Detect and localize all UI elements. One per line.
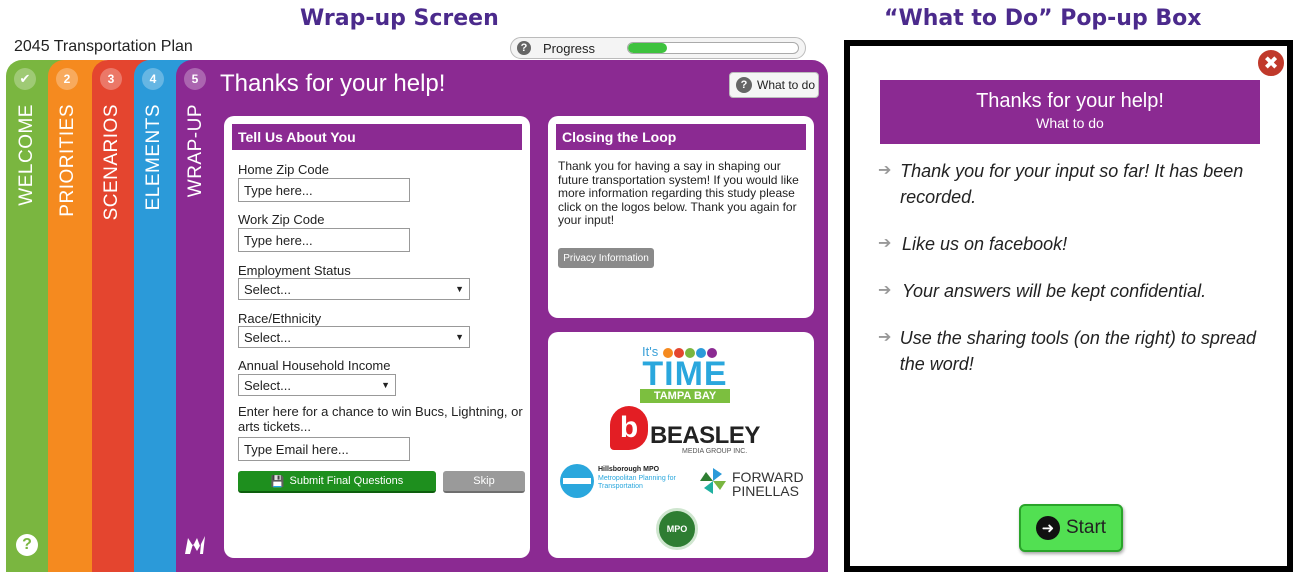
- brand-logo-icon: [182, 532, 208, 558]
- submit-label: Submit Final Questions: [289, 475, 404, 487]
- what-to-do-button[interactable]: ? What to do: [729, 72, 819, 98]
- start-button[interactable]: ➜ Start: [1019, 504, 1123, 552]
- progress-bar: ? Progress: [510, 37, 806, 59]
- list-item: ➔ Thank you for your input so far! It ha…: [878, 158, 1274, 210]
- race-ethnicity-select[interactable]: Select... ▼: [238, 326, 470, 348]
- logo-text: TIME: [642, 355, 728, 393]
- app-title: 2045 Transportation Plan: [14, 38, 193, 55]
- tab-wrap-up[interactable]: 5 WRAP-UP Thanks for your help! ? What t…: [176, 60, 828, 572]
- beasley-media-logo[interactable]: b BEASLEY MEDIA GROUP INC.: [610, 406, 760, 456]
- help-icon[interactable]: ?: [16, 534, 38, 556]
- progress-fill: [628, 43, 668, 53]
- tab-number: 2: [56, 68, 78, 90]
- closing-loop-card: Closing the Loop Thank you for having a …: [548, 116, 814, 318]
- list-item: ➔ Like us on facebook!: [878, 231, 1274, 257]
- employment-status-select[interactable]: Select... ▼: [238, 278, 470, 300]
- what-to-do-label: What to do: [757, 78, 816, 92]
- list-item: ➔ Your answers will be kept confidential…: [878, 278, 1274, 304]
- closing-text: Thank you for having a say in shaping ou…: [558, 159, 799, 227]
- its-time-tampa-bay-logo[interactable]: It's TIME TAMPA BAY: [640, 344, 730, 403]
- card-heading: Closing the Loop: [556, 124, 806, 150]
- arrow-right-icon: ➔: [878, 282, 892, 299]
- tab-number: 4: [142, 68, 164, 90]
- popup-caption: “What to Do” Pop-up Box: [884, 6, 1202, 31]
- logo-text: b: [610, 406, 648, 450]
- privacy-information-button[interactable]: Privacy Information: [558, 248, 654, 268]
- popup-title: Thanks for your help!: [976, 90, 1164, 112]
- select-value: Select...: [244, 329, 291, 345]
- logo-text: MPO: [666, 524, 688, 534]
- forward-pinellas-logo[interactable]: FORWARD PINELLAS: [698, 466, 808, 500]
- household-income-select[interactable]: Select... ▼: [238, 374, 396, 396]
- tab-number: 5: [184, 68, 206, 90]
- logo-text: Hillsborough MPO: [598, 466, 660, 473]
- skip-button[interactable]: Skip: [443, 471, 525, 493]
- race-ethnicity-label: Race/Ethnicity: [238, 311, 322, 326]
- popup-header: Thanks for your help! What to do: [880, 80, 1260, 144]
- list-item: ➔ Use the sharing tools (on the right) t…: [878, 325, 1274, 377]
- tab-label: WELCOME: [16, 104, 37, 206]
- arrow-right-icon: ➔: [878, 329, 892, 346]
- skip-label: Skip: [473, 475, 495, 487]
- work-zip-input[interactable]: [238, 228, 410, 252]
- caret-down-icon: ▼: [381, 380, 390, 390]
- partner-logos-card: It's TIME TAMPA BAY b BEASLEY MEDIA GROU…: [548, 332, 814, 558]
- arrow-right-circle-icon: ➜: [1035, 516, 1060, 540]
- start-label: Start: [1065, 517, 1107, 538]
- hillsborough-mpo-logo[interactable]: Hillsborough MPO Metropolitan Planning f…: [560, 464, 690, 500]
- select-value: Select...: [244, 281, 291, 297]
- card-heading: Tell Us About You: [232, 124, 522, 150]
- list-item-text: Thank you for your input so far! It has …: [900, 161, 1244, 207]
- progress-track: [627, 42, 799, 54]
- email-input[interactable]: [238, 437, 410, 461]
- tab-label: ELEMENTS: [143, 104, 164, 211]
- home-zip-label: Home Zip Code: [238, 162, 330, 177]
- contest-text: Enter here for a chance to win Bucs, Lig…: [238, 404, 523, 434]
- caret-down-icon: ▼: [455, 332, 464, 342]
- employment-status-label: Employment Status: [238, 263, 351, 278]
- progress-label: Progress: [543, 40, 596, 56]
- select-value: Select...: [244, 377, 291, 393]
- close-icon[interactable]: ✖: [1256, 48, 1286, 78]
- mpo-emblem-icon: [560, 464, 594, 498]
- list-item-text: Use the sharing tools (on the right) to …: [899, 328, 1256, 374]
- caret-down-icon: ▼: [455, 284, 464, 294]
- tab-label: SCENARIOS: [101, 104, 122, 221]
- tab-number: 3: [100, 68, 122, 90]
- tab-label: WRAP-UP: [185, 104, 206, 198]
- logo-text: BEASLEY: [650, 422, 760, 449]
- what-to-do-popup: Thanks for your help! What to do ➔ Thank…: [844, 40, 1293, 572]
- submit-final-questions-button[interactable]: 💾 Submit Final Questions: [238, 471, 436, 493]
- list-item-text: Your answers will be kept confidential.: [902, 281, 1207, 301]
- household-income-label: Annual Household Income: [238, 358, 391, 373]
- wrap-up-screen-caption: Wrap-up Screen: [300, 6, 499, 31]
- tab-label: PRIORITIES: [57, 104, 78, 217]
- logo-text: MEDIA GROUP INC.: [682, 448, 748, 455]
- logo-text: FORWARD PINELLAS: [732, 469, 804, 499]
- popup-body: Thanks for your help! What to do ➔ Thank…: [850, 46, 1287, 566]
- pinwheel-icon: [700, 468, 726, 494]
- work-zip-label: Work Zip Code: [238, 212, 325, 227]
- help-icon[interactable]: ?: [517, 41, 531, 55]
- privacy-label: Privacy Information: [563, 252, 649, 264]
- arrow-right-icon: ➔: [878, 162, 892, 179]
- list-item-text: Like us on facebook!: [902, 234, 1068, 254]
- pasco-county-mpo-logo[interactable]: MPO: [656, 508, 698, 550]
- home-zip-input[interactable]: [238, 178, 410, 202]
- save-icon: 💾: [270, 475, 285, 488]
- arrow-right-icon: ➔: [878, 235, 892, 252]
- popup-subtitle: What to do: [1036, 115, 1104, 131]
- about-you-card: Tell Us About You Home Zip Code Work Zip…: [224, 116, 530, 558]
- check-icon: ✔: [14, 68, 36, 90]
- help-icon: ?: [736, 77, 752, 93]
- logo-text: Metropolitan Planning for Transportation: [598, 475, 676, 490]
- instruction-list: ➔ Thank you for your input so far! It ha…: [878, 158, 1274, 398]
- page-title: Thanks for your help!: [220, 70, 446, 97]
